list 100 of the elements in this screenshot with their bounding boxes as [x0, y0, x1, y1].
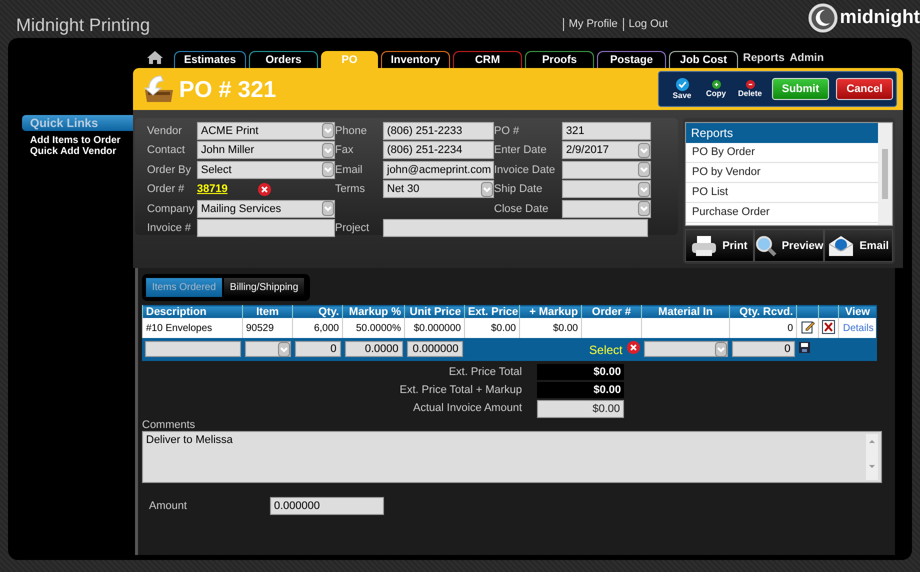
- field-label: Vendor: [147, 124, 183, 137]
- plus-icon: [712, 80, 720, 89]
- delete-icon[interactable]: [822, 320, 835, 334]
- column-header: Ext. Price: [468, 306, 518, 318]
- nav-tab[interactable]: Proofs: [525, 51, 594, 68]
- field-label: Company: [147, 202, 196, 215]
- input-field[interactable]: [383, 219, 648, 238]
- header-link[interactable]: My Profile: [562, 18, 623, 31]
- magnifier-icon: [754, 234, 777, 256]
- dropdown-icon[interactable]: [638, 142, 650, 158]
- comments-label: Comments: [142, 419, 196, 431]
- email-button[interactable]: Email: [824, 229, 893, 262]
- comments-field[interactable]: Deliver to Melissa: [142, 431, 882, 483]
- amount-field[interactable]: 0.000000: [270, 497, 384, 515]
- field-label: PO #: [494, 124, 520, 137]
- home-icon[interactable]: [147, 51, 163, 64]
- field-label: Email: [335, 164, 364, 176]
- dropdown-icon[interactable]: [638, 162, 650, 178]
- input-field[interactable]: $0.00: [537, 400, 624, 418]
- minus-icon: [746, 80, 754, 89]
- input-field[interactable]: 0.0000: [344, 341, 402, 357]
- table-cell: 0: [787, 322, 793, 334]
- download-tray-icon: [143, 74, 175, 104]
- preview-button[interactable]: Preview: [754, 229, 824, 262]
- report-item[interactable]: PO By Order: [686, 143, 878, 163]
- field-label: Phone: [335, 124, 368, 137]
- app-title: Midnight Printing: [16, 15, 152, 36]
- select-field[interactable]: [562, 200, 651, 218]
- column-header: Markup %: [349, 306, 401, 318]
- print-button[interactable]: Print: [685, 229, 754, 262]
- select-field[interactable]: [244, 341, 290, 357]
- sidebar-title: Quick Links: [22, 115, 133, 131]
- select-field[interactable]: Select: [197, 160, 335, 179]
- dropdown-icon[interactable]: [638, 182, 650, 197]
- column-header: Qty. Rcvd.: [739, 306, 793, 318]
- select-field[interactable]: [644, 341, 728, 357]
- scrollbar[interactable]: [866, 434, 878, 480]
- delete-button[interactable]: Delete: [735, 80, 765, 98]
- input-field[interactable]: john@acmeprint.com: [383, 160, 494, 179]
- total-value: $0.00: [537, 364, 624, 380]
- field-label: Invoice Date: [494, 164, 556, 176]
- header-link[interactable]: Log Out: [622, 18, 673, 31]
- input-field[interactable]: 321: [562, 122, 651, 140]
- envelope-icon: [828, 234, 854, 256]
- input-field[interactable]: [197, 219, 335, 238]
- input-field[interactable]: 0: [732, 341, 794, 357]
- copy-button[interactable]: Copy: [701, 80, 731, 98]
- select-field[interactable]: 2/9/2017: [562, 141, 651, 160]
- total-label: Ext. Price Total + Markup: [398, 383, 522, 398]
- input-field[interactable]: 0: [294, 341, 340, 357]
- dropdown-icon[interactable]: [322, 201, 334, 216]
- table-cell: $0.00: [490, 322, 516, 334]
- dropdown-icon[interactable]: [322, 123, 334, 138]
- save-button[interactable]: Save: [667, 78, 697, 100]
- column-header: Item: [256, 306, 279, 318]
- input-field[interactable]: 0.000000: [406, 341, 462, 357]
- order-link[interactable]: 38719: [197, 183, 228, 196]
- report-item[interactable]: Purchase Order: [686, 203, 878, 223]
- column-header: Unit Price: [410, 306, 461, 318]
- select-field[interactable]: John Miller: [197, 141, 335, 160]
- remove-icon[interactable]: [626, 341, 640, 354]
- column-header: View: [845, 306, 870, 318]
- remove-icon[interactable]: [258, 182, 271, 196]
- select-field[interactable]: [562, 160, 651, 179]
- nav-tab[interactable]: Orders: [249, 51, 318, 68]
- field-label: Close Date: [494, 202, 550, 215]
- nav-tab[interactable]: Inventory: [381, 51, 450, 68]
- printer-icon: [691, 234, 718, 256]
- field-label: Enter Date: [494, 144, 548, 156]
- table-cell: $0.000000: [414, 322, 461, 334]
- select-field[interactable]: Mailing Services: [197, 200, 335, 218]
- input-field[interactable]: [145, 341, 240, 357]
- dropdown-icon[interactable]: [714, 342, 726, 356]
- report-item[interactable]: PO List: [686, 183, 878, 203]
- dropdown-icon[interactable]: [481, 182, 493, 197]
- sidebar-link[interactable]: Add Items to Order: [30, 135, 133, 146]
- nav-tab[interactable]: CRM: [453, 51, 522, 68]
- column-header: Description: [146, 306, 207, 318]
- select-field[interactable]: ACME Print: [197, 122, 335, 140]
- select-field[interactable]: Net 30: [383, 180, 494, 198]
- nav-tab[interactable]: Postage: [597, 51, 666, 68]
- nav-link[interactable]: Admin: [790, 52, 824, 64]
- input-field[interactable]: (806) 251-2233: [383, 122, 494, 140]
- report-item[interactable]: PO by Vendor: [686, 163, 878, 183]
- nav-tab[interactable]: Job Cost: [669, 51, 738, 68]
- nav-tab[interactable]: Estimates: [174, 51, 246, 68]
- select-field[interactable]: [562, 180, 651, 198]
- nav-link[interactable]: Reports: [743, 52, 785, 64]
- edit-icon[interactable]: [800, 320, 814, 334]
- field-label: Order #: [147, 183, 186, 196]
- dropdown-icon[interactable]: [278, 342, 290, 356]
- detail-tab[interactable]: Billing/Shipping: [224, 278, 304, 297]
- dropdown-icon[interactable]: [638, 201, 650, 216]
- cancel-button[interactable]: Cancel: [836, 78, 893, 100]
- sidebar-link[interactable]: Quick Add Vendor: [30, 146, 133, 157]
- input-field[interactable]: (806) 251-2234: [383, 141, 494, 160]
- dropdown-icon[interactable]: [322, 162, 334, 178]
- column-header: Qty.: [318, 306, 339, 318]
- dropdown-icon[interactable]: [322, 142, 334, 158]
- column-header: Material In: [658, 306, 713, 318]
